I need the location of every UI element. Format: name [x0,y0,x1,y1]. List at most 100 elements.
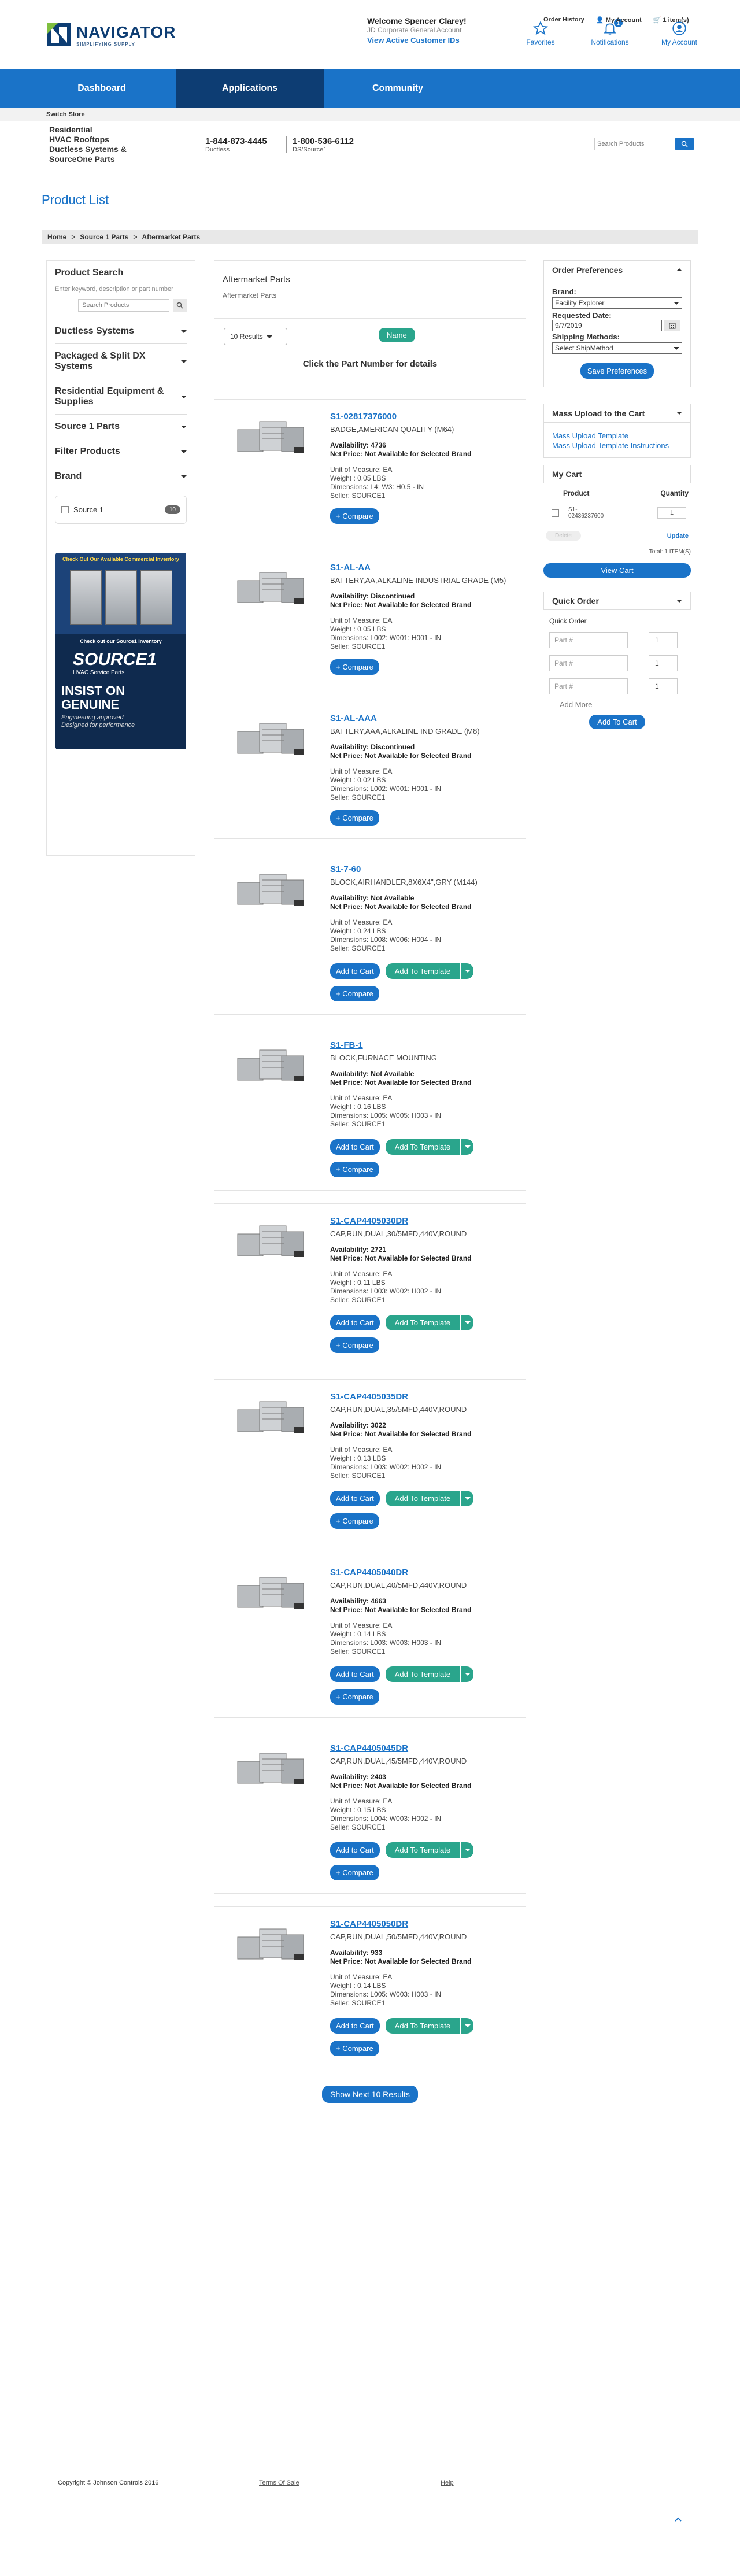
order-history-link[interactable]: Order History [543,16,584,24]
my-account-link[interactable]: 👤 My Account [596,16,642,24]
compare-button[interactable]: + Compare [330,1689,379,1705]
add-to-template-button[interactable]: Add To Template [385,963,460,979]
compare-button[interactable]: + Compare [330,986,379,1001]
breadcrumb-source1[interactable]: Source 1 Parts [80,233,128,241]
promo-banner[interactable]: Check Out Our Available Commercial Inven… [56,553,186,749]
update-link[interactable]: Update [667,533,689,539]
compare-button[interactable]: + Compare [330,659,379,675]
results-per-page-select[interactable]: 10 Results [224,328,287,345]
brand-select[interactable]: Facility Explorer [552,297,682,309]
quick-order-toggle[interactable]: Quick Order [543,592,691,610]
product-image[interactable] [236,413,306,454]
add-to-cart-button[interactable]: Add to Cart [330,963,380,979]
nav-community[interactable]: Community [324,69,472,108]
terms-of-sale-link[interactable]: Terms Of Sale [259,2479,299,2486]
template-dropdown-button[interactable] [461,2018,474,2034]
quick-order-qty-input[interactable]: 1 [649,655,678,671]
category-source1[interactable]: Source 1 Parts [55,415,187,439]
category-ductless[interactable]: Ductless Systems [55,319,187,344]
compare-button[interactable]: + Compare [330,1162,379,1177]
mass-upload-template-link[interactable]: Mass Upload Template [552,431,682,441]
add-to-cart-button[interactable]: Add to Cart [330,2018,380,2034]
favorites-button[interactable]: Favorites [520,21,561,46]
part-number-link[interactable]: S1-02817376000 [330,412,397,422]
product-image[interactable] [236,1921,306,1961]
template-dropdown-button[interactable] [461,1315,474,1330]
help-link[interactable]: Help [441,2479,454,2486]
brand-checkbox[interactable] [61,506,69,513]
mass-upload-toggle[interactable]: Mass Upload to the Cart [544,404,690,423]
part-number-link[interactable]: S1-CAP4405030DR [330,1216,408,1226]
product-image[interactable] [236,715,306,756]
view-cart-button[interactable]: View Cart [543,563,691,578]
part-number-link[interactable]: S1-CAP4405045DR [330,1743,408,1753]
part-number-link[interactable]: S1-CAP4405035DR [330,1392,408,1402]
part-number-link[interactable]: S1-CAP4405050DR [330,1919,408,1929]
part-number-link[interactable]: S1-FB-1 [330,1040,363,1050]
compare-button[interactable]: + Compare [330,1513,379,1529]
nav-applications[interactable]: Applications [176,69,324,108]
add-to-template-button[interactable]: Add To Template [385,1315,460,1330]
product-image[interactable] [236,1745,306,1786]
my-account-button[interactable]: My Account [659,21,700,46]
add-to-cart-button[interactable]: Add to Cart [330,1666,380,1682]
template-dropdown-button[interactable] [461,1666,474,1682]
cart-item-quantity[interactable]: 1 [657,507,686,519]
quick-order-part-input[interactable]: Part # [549,632,628,648]
store-list[interactable]: Residential HVAC Rooftops Ductless Syste… [49,125,205,164]
template-dropdown-button[interactable] [461,1491,474,1506]
part-number-link[interactable]: S1-AL-AA [330,563,371,572]
template-dropdown-button[interactable] [461,1842,474,1858]
requested-date-input[interactable]: 9/7/2019 [552,320,662,331]
part-number-link[interactable]: S1-7-60 [330,864,361,874]
category-packaged[interactable]: Packaged & Split DX Systems [55,344,187,379]
quick-order-part-input[interactable]: Part # [549,655,628,671]
nav-dashboard[interactable]: Dashboard [28,69,176,108]
brand-filter-toggle[interactable]: Brand [55,471,187,482]
compare-button[interactable]: + Compare [330,1337,379,1353]
quick-order-add-to-cart-button[interactable]: Add To Cart [589,715,645,729]
part-number-link[interactable]: S1-CAP4405040DR [330,1568,408,1577]
add-to-cart-button[interactable]: Add to Cart [330,1139,380,1155]
compare-button[interactable]: + Compare [330,810,379,826]
cart-link[interactable]: 🛒 1 item(s) [653,16,689,24]
product-image[interactable] [236,1218,306,1258]
product-image[interactable] [236,1394,306,1434]
notifications-button[interactable]: 1 Notifications [590,19,630,46]
quick-order-part-input[interactable]: Part # [549,678,628,694]
add-more-link[interactable]: Add More [560,700,685,709]
product-image[interactable] [236,1042,306,1082]
product-image[interactable] [236,866,306,907]
product-image[interactable] [236,1569,306,1610]
shipping-method-select[interactable]: Select ShipMethod [552,342,682,354]
add-to-template-button[interactable]: Add To Template [385,1139,460,1155]
compare-button[interactable]: + Compare [330,508,379,524]
sidebar-search-input[interactable] [78,299,170,312]
add-to-cart-button[interactable]: Add to Cart [330,1315,380,1330]
navigator-logo[interactable]: NAVIGATOR SIMPLIFYING SUPPLY [46,22,176,47]
compare-button[interactable]: + Compare [330,1865,379,1880]
compare-button[interactable]: + Compare [330,2041,379,2056]
order-preferences-toggle[interactable]: Order Preferences [544,261,690,279]
quick-order-qty-input[interactable]: 1 [649,678,678,694]
breadcrumb-home[interactable]: Home [47,233,66,241]
save-preferences-button[interactable]: Save Preferences [580,363,654,379]
quick-order-qty-input[interactable]: 1 [649,632,678,648]
template-dropdown-button[interactable] [461,963,474,979]
calendar-button[interactable] [664,320,680,331]
add-to-template-button[interactable]: Add To Template [385,1491,460,1506]
sort-name-button[interactable]: Name [379,328,415,342]
add-to-template-button[interactable]: Add To Template [385,1666,460,1682]
header-search-input[interactable] [594,138,672,150]
back-to-top-button[interactable] [674,2515,682,2524]
show-next-results-button[interactable]: Show Next 10 Results [322,2086,418,2103]
category-residential[interactable]: Residential Equipment & Supplies [55,379,187,415]
part-number-link[interactable]: S1-AL-AAA [330,714,377,723]
filter-products-section[interactable]: Filter Products [55,439,187,464]
cart-item-checkbox[interactable] [552,509,559,517]
header-search-button[interactable] [675,138,694,150]
sidebar-search-button[interactable] [173,299,187,312]
add-to-cart-button[interactable]: Add to Cart [330,1842,380,1858]
delete-button[interactable]: Delete [546,531,581,541]
product-image[interactable] [236,564,306,605]
